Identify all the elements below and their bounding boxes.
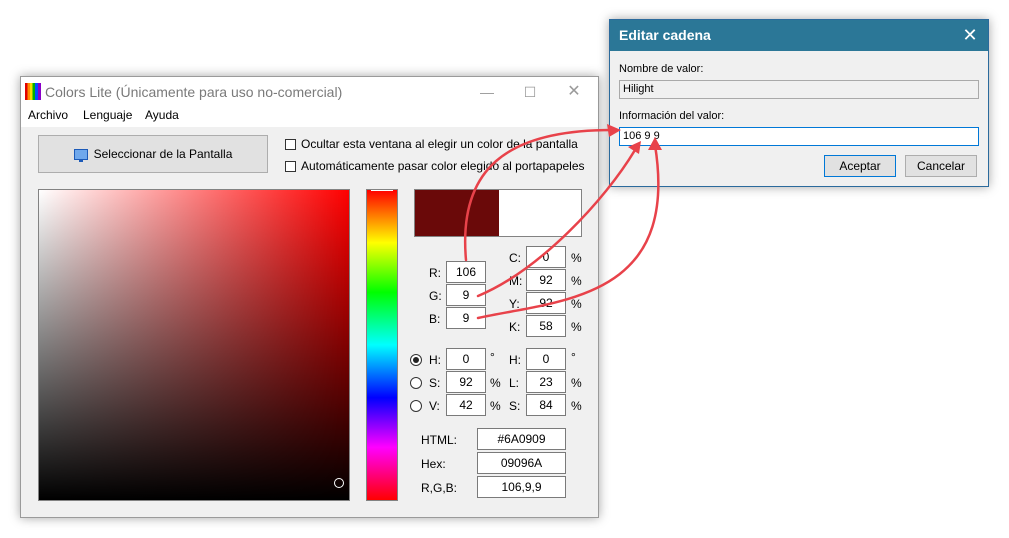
arrow-head-r <box>607 124 621 137</box>
arrow-g-to-value <box>476 148 637 298</box>
arrow-r-to-value <box>463 128 614 262</box>
arrow-head-b <box>648 137 662 150</box>
annotation-arrows <box>463 124 662 320</box>
